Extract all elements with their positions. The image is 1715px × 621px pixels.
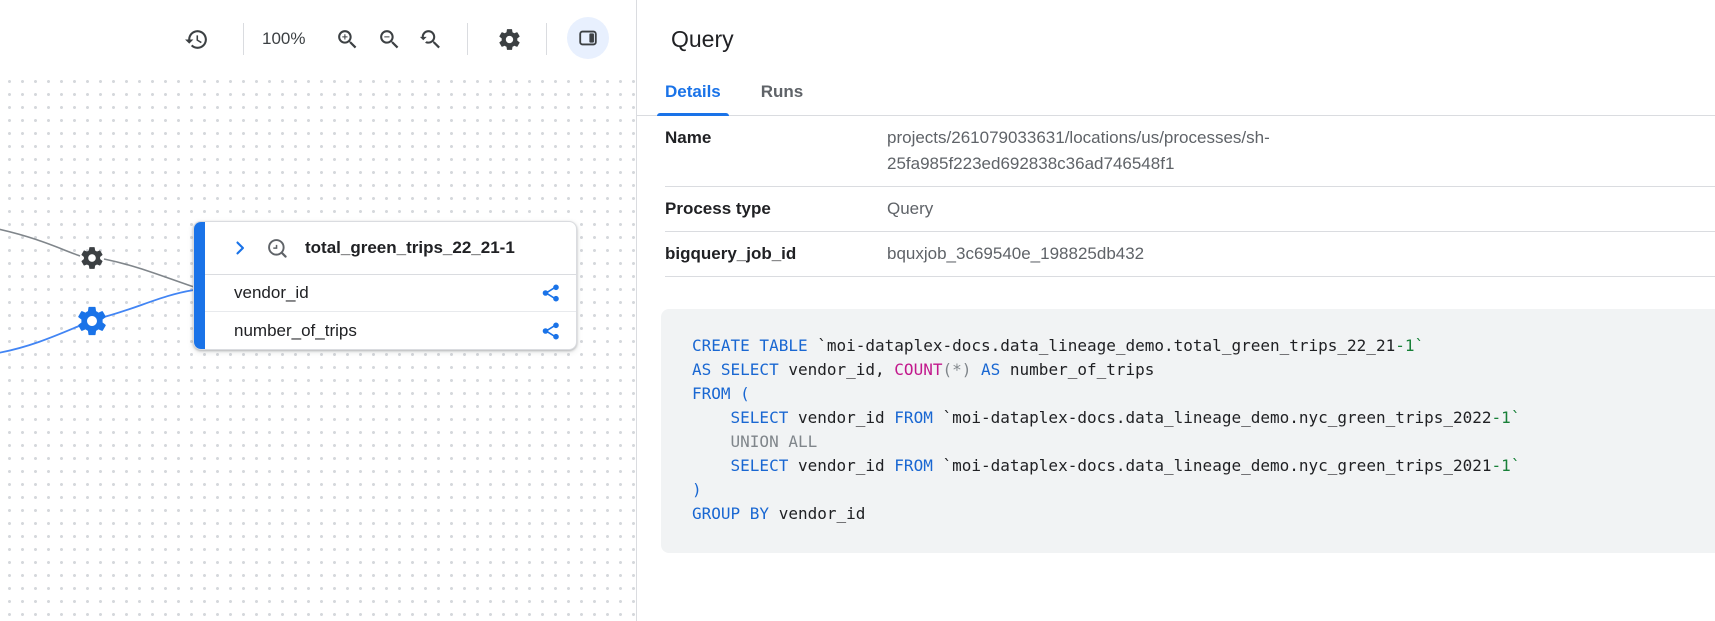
sql-code-line: GROUP BY vendor_id [692, 502, 1699, 526]
node-field-row[interactable]: number_of_trips [205, 312, 576, 349]
expand-chevron-icon[interactable] [230, 238, 250, 258]
detail-value: projects/261079033631/locations/us/proce… [887, 125, 1310, 177]
details-table: Nameprojects/261079033631/locations/us/p… [665, 116, 1715, 277]
toolbar-divider [467, 23, 468, 55]
sql-code-line: FROM ( [692, 382, 1699, 406]
lineage-edge [0, 229, 80, 256]
lineage-icon[interactable] [541, 321, 561, 341]
detail-value: Query [887, 196, 973, 222]
sql-code-line: AS SELECT vendor_id, COUNT(*) AS number_… [692, 358, 1699, 382]
lineage-node-table[interactable]: total_green_trips_22_21-1 vendor_id numb… [193, 221, 577, 350]
sql-code-line: SELECT vendor_id FROM `moi-dataplex-docs… [692, 454, 1699, 478]
sql-code-line: SELECT vendor_id FROM `moi-dataplex-docs… [692, 406, 1699, 430]
side-panel-toggle-button[interactable] [567, 17, 609, 59]
node-header[interactable]: total_green_trips_22_21-1 [205, 222, 576, 275]
query-table-icon [266, 237, 289, 260]
process-gear-icon-selected[interactable] [75, 304, 109, 338]
tab-runs[interactable]: Runs [741, 72, 824, 115]
settings-icon[interactable] [497, 27, 522, 52]
details-panel: Query Details Runs Nameprojects/26107903… [636, 0, 1715, 621]
side-panel-toggle-icon [577, 27, 599, 49]
node-field-row[interactable]: vendor_id [205, 275, 576, 312]
process-gear-icon[interactable] [79, 245, 105, 271]
field-name: vendor_id [234, 283, 309, 303]
detail-label: Process type [665, 196, 887, 222]
sql-code-line: ) [692, 478, 1699, 502]
detail-row: Nameprojects/261079033631/locations/us/p… [665, 116, 1715, 187]
node-title: total_green_trips_22_21-1 [305, 238, 515, 258]
sql-code-block: CREATE TABLE `moi-dataplex-docs.data_lin… [661, 309, 1715, 553]
toolbar-divider [546, 23, 547, 55]
detail-row: Process typeQuery [665, 187, 1715, 232]
lineage-icon[interactable] [541, 283, 561, 303]
sql-code-line: UNION ALL [692, 430, 1699, 454]
detail-label: bigquery_job_id [665, 241, 887, 267]
detail-value: bquxjob_3c69540e_198825db432 [887, 241, 1184, 267]
lineage-edge-selected [0, 326, 79, 353]
sql-code-line: CREATE TABLE `moi-dataplex-docs.data_lin… [692, 334, 1699, 358]
lineage-edge [104, 259, 194, 287]
node-selected-bar [194, 222, 205, 349]
lineage-edge-selected [104, 290, 194, 317]
zoom-in-icon[interactable] [335, 27, 360, 52]
lineage-canvas[interactable]: total_green_trips_22_21-1 vendor_id numb… [0, 0, 636, 621]
zoom-out-icon[interactable] [377, 27, 402, 52]
canvas-toolbar: 100% [0, 0, 636, 72]
zoom-reset-icon[interactable] [417, 27, 442, 52]
history-icon[interactable] [184, 27, 209, 52]
detail-label: Name [665, 125, 887, 177]
toolbar-divider [243, 23, 244, 55]
zoom-level-label: 100% [262, 29, 305, 49]
detail-row: bigquery_job_idbquxjob_3c69540e_198825db… [665, 232, 1715, 277]
tab-details[interactable]: Details [645, 72, 741, 115]
panel-tabs: Details Runs [637, 72, 1715, 116]
panel-title: Query [637, 0, 1715, 53]
lineage-app: total_green_trips_22_21-1 vendor_id numb… [0, 0, 1715, 621]
field-name: number_of_trips [234, 321, 357, 341]
